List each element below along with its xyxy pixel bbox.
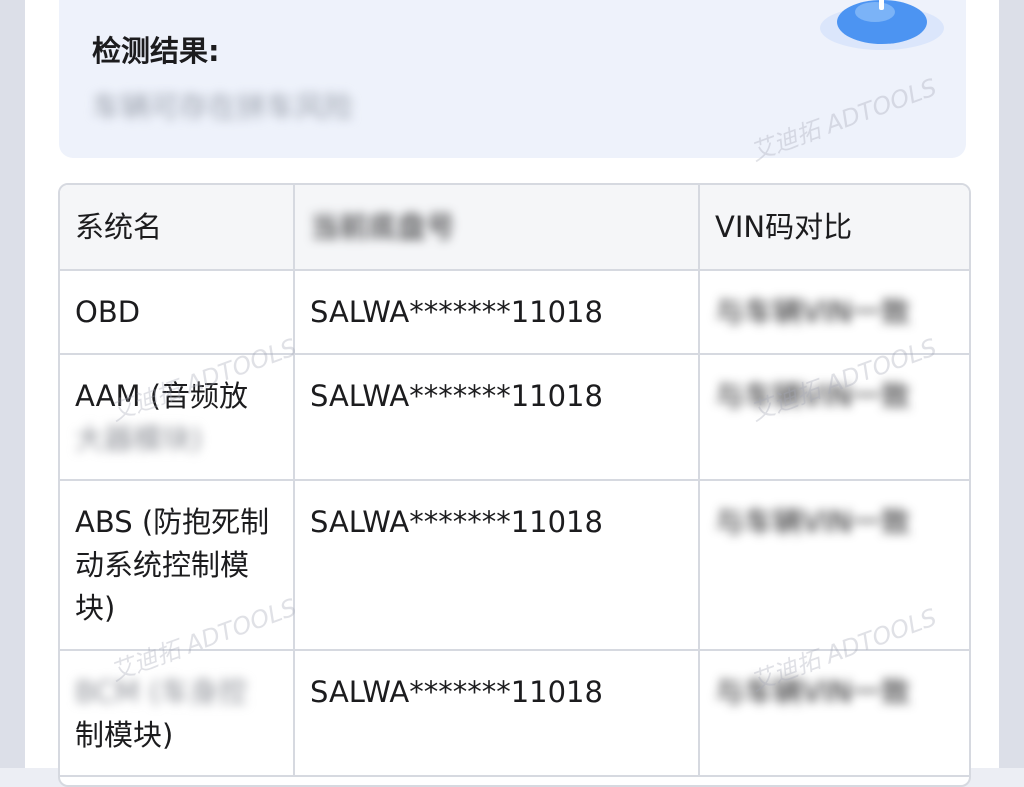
vin-compare-cell: 与车辆VIN一致 [699,480,969,651]
table-header-row: 系统名 当前底盘号 VIN码对比 [60,185,969,271]
table-row: OBD SALWA*******11018 与车辆VIN一致 [60,270,969,355]
vin-cell: SALWA*******11018 [294,354,700,481]
table-row: ABS (防抱死制动系统控制模块) SALWA*******11018 与车辆V… [60,480,969,651]
vin-compare-cell: 与车辆VIN一致 [699,270,969,355]
system-name-text: AAM (音频放 [75,379,249,413]
system-name-cell: ABS (防抱死制动系统控制模块) [60,480,295,651]
vin-compare-cell: 与车辆VIN一致 [699,354,969,481]
header-current-vin: 当前底盘号 [294,185,700,271]
header-system-name: 系统名 [60,185,295,271]
system-name-hidden: BCM (车身控 [75,675,248,709]
system-name-cell: AAM (音频放 大器模块) [60,354,295,481]
right-gutter [999,0,1024,768]
header-vin-compare: VIN码对比 [699,185,969,271]
result-title: 检测结果: [92,34,220,68]
vin-cell: SALWA*******11018 [294,480,700,651]
result-value-blurred: 车辆可存在拼车风险 [92,90,354,124]
vin-comparison-table: 系统名 当前底盘号 VIN码对比 OBD SALWA*******11018 与… [58,183,971,787]
system-name-cell: BCM (车身控 制模块) [60,650,295,777]
detection-result-panel: 检测结果: 车辆可存在拼车风险 [59,0,966,158]
system-name-hidden: 大器模块) [75,422,203,456]
table-row: BCM (车身控 制模块) SALWA*******11018 与车辆VIN一致 [60,650,969,777]
table-row: AAM (音频放 大器模块) SALWA*******11018 与车辆VIN一… [60,354,969,481]
left-gutter [0,0,25,768]
vin-cell: SALWA*******11018 [294,650,700,777]
report-card: 检测结果: 车辆可存在拼车风险 系统名 当前底盘号 VIN码对比 OBD SAL… [25,0,999,787]
system-name-text: 制模块) [75,718,174,752]
shield-illustration-icon [820,0,944,50]
vin-compare-cell: 与车辆VIN一致 [699,650,969,777]
vin-cell: SALWA*******11018 [294,270,700,355]
system-name-cell: OBD [60,270,295,355]
